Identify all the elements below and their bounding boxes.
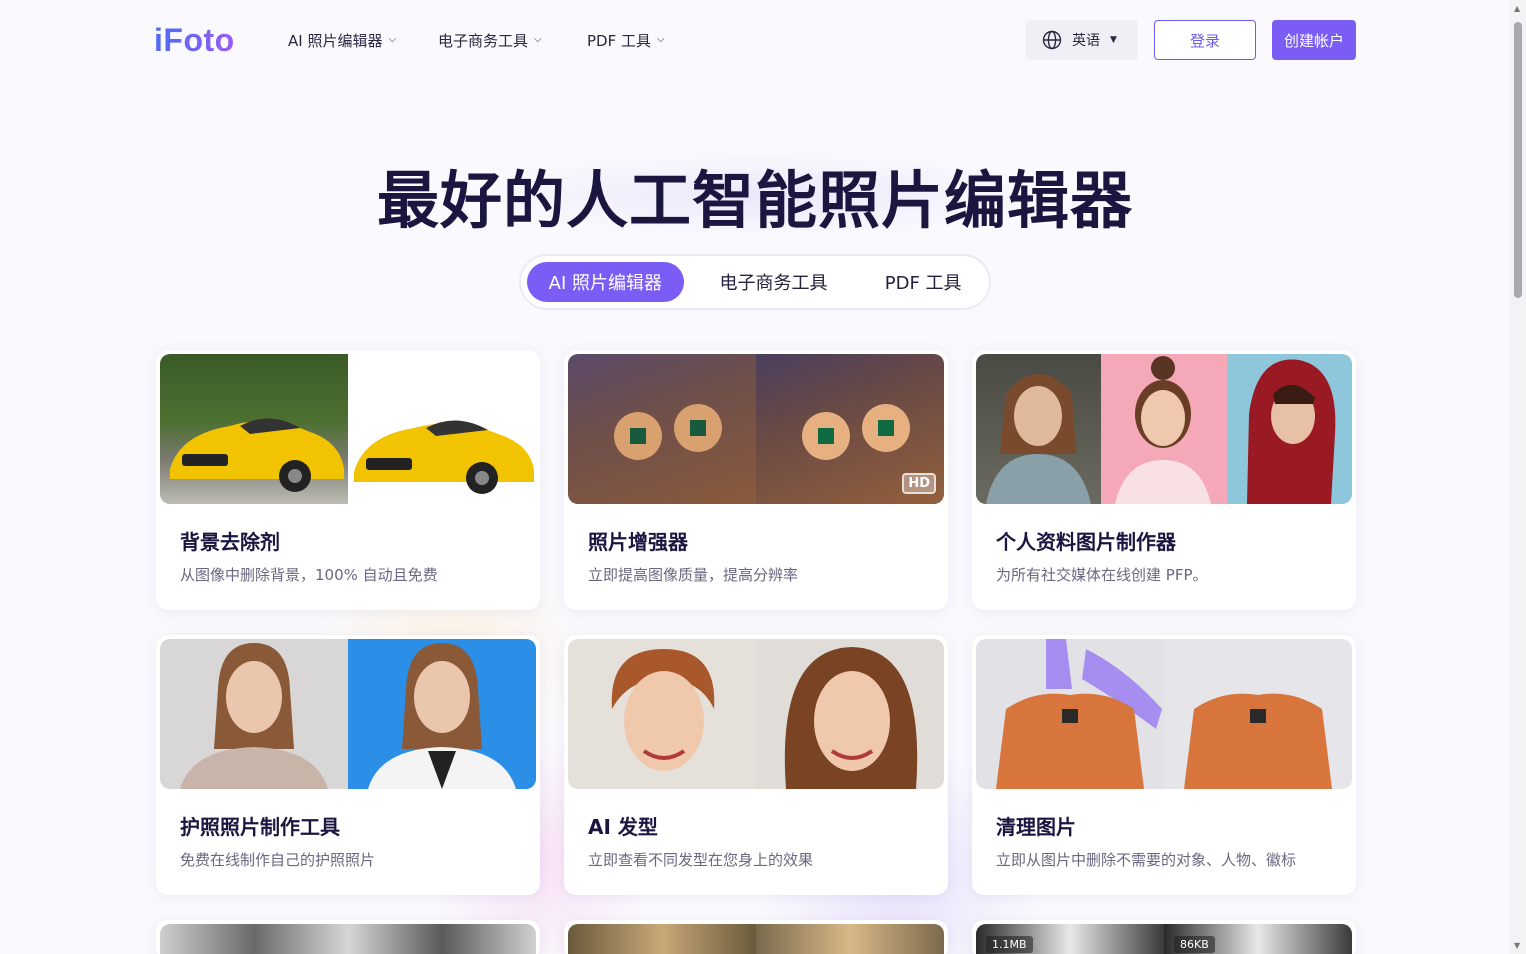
card-thumbnail [160, 354, 536, 504]
card-title: 个人资料图片制作器 [996, 530, 1176, 554]
scroll-up-arrow-icon[interactable]: ▲ [1514, 4, 1520, 13]
card-thumbnail [160, 639, 536, 789]
category-tabs: AI 照片编辑器 电子商务工具 PDF 工具 [519, 254, 991, 310]
tool-card-profile-picture-maker[interactable]: 个人资料图片制作器 为所有社交媒体在线创建 PFP。 [972, 350, 1356, 610]
card-description: 立即从图片中删除不需要的对象、人物、徽标 [996, 851, 1297, 869]
car-cutout-image-icon [354, 420, 534, 494]
card-thumbnail [568, 639, 944, 789]
card-thumbnail [160, 924, 536, 954]
card-title: 照片增强器 [588, 530, 688, 554]
nav-label: PDF 工具 [587, 32, 651, 50]
hd-badge: HD [902, 473, 936, 494]
portrait-pink-image-icon [1115, 356, 1212, 504]
file-size-badge: 1.1MB [986, 936, 1033, 953]
jacket-clean-image-icon [1184, 693, 1332, 789]
nav-pdf-tools[interactable]: PDF 工具 ⌵ [587, 30, 665, 51]
logo[interactable]: iFoto [154, 22, 235, 59]
passport-portrait-blue-image-icon [368, 643, 516, 789]
page-scrollbar[interactable]: ▲ ▼ [1510, 0, 1526, 954]
portrait-image-icon [986, 374, 1091, 504]
tool-card-photo-enhancer[interactable]: HD 照片增强器 立即提高图像质量，提高分辨率 [564, 350, 948, 610]
car-image-icon [170, 418, 344, 492]
chevron-down-icon: ⌵ [534, 34, 542, 45]
tool-card-background-remover[interactable]: 背景去除剂 从图像中删除背景，100% 自动且免费 [156, 350, 540, 610]
card-description: 从图像中删除背景，100% 自动且免费 [180, 566, 438, 584]
passport-portrait-image-icon [180, 643, 328, 789]
tool-card-partial-1[interactable] [156, 920, 540, 954]
short-hair-portrait-image-icon [611, 649, 715, 771]
tool-card-partial-2[interactable] [564, 920, 948, 954]
card-title: 背景去除剂 [180, 530, 280, 554]
tab-pdf-tools[interactable]: PDF 工具 [863, 262, 983, 302]
file-size-badge: 86KB [1174, 936, 1215, 953]
card-thumbnail [976, 639, 1352, 789]
tab-ai-photo-editor[interactable]: AI 照片编辑器 [527, 262, 684, 302]
long-hair-portrait-image-icon [784, 647, 918, 789]
chevron-down-icon: ⌵ [657, 34, 665, 45]
nav-ecommerce-tools[interactable]: 电子商务工具 ⌵ [438, 30, 542, 51]
tool-card-partial-3[interactable]: 1.1MB 86KB [972, 920, 1356, 954]
tool-card-cleanup-pictures[interactable]: 清理图片 立即从图片中删除不需要的对象、人物、徽标 [972, 635, 1356, 895]
card-title: 护照照片制作工具 [180, 815, 340, 839]
page-title: 最好的人工智能照片编辑器 [376, 164, 1133, 237]
nav-label: 电子商务工具 [438, 32, 529, 50]
tool-card-ai-hairstyle[interactable]: AI 发型 立即查看不同发型在您身上的效果 [564, 635, 948, 895]
card-thumbnail [976, 354, 1352, 504]
scrollbar-thumb[interactable] [1514, 22, 1522, 298]
nav-ai-photo-editor[interactable]: AI 照片编辑器 ⌵ [288, 30, 396, 51]
portrait-hood-image-icon [1246, 359, 1336, 504]
login-button[interactable]: 登录 [1154, 20, 1256, 60]
language-label: 英语 [1072, 33, 1100, 49]
card-description: 为所有社交媒体在线创建 PFP。 [996, 566, 1208, 584]
card-description: 立即查看不同发型在您身上的效果 [588, 851, 814, 869]
globe-icon [1042, 30, 1062, 50]
chevron-down-icon: ⌵ [388, 34, 397, 45]
card-title: AI 发型 [588, 815, 658, 839]
language-selector[interactable]: 英语 ▼ [1026, 20, 1138, 60]
nav-label: AI 照片编辑器 [288, 32, 383, 50]
earring-image-icon [614, 404, 722, 460]
card-thumbnail: HD [568, 354, 944, 504]
card-thumbnail [568, 924, 944, 954]
create-account-button[interactable]: 创建帐户 [1272, 20, 1356, 60]
caret-down-icon: ▼ [1110, 35, 1117, 45]
tab-ecommerce-tools[interactable]: 电子商务工具 [684, 262, 864, 302]
card-description: 立即提高图像质量，提高分辨率 [588, 566, 799, 584]
site-header: iFoto AI 照片编辑器 ⌵ 电子商务工具 ⌵ PDF 工具 ⌵ 英语 ▼ … [0, 0, 1510, 80]
scroll-down-arrow-icon[interactable]: ▼ [1514, 941, 1520, 950]
card-title: 清理图片 [996, 815, 1076, 839]
jacket-with-object-image-icon [996, 639, 1162, 789]
card-thumbnail: 1.1MB 86KB [976, 924, 1352, 954]
card-description: 免费在线制作自己的护照照片 [180, 851, 376, 869]
tool-card-passport-photo-maker[interactable]: 护照照片制作工具 免费在线制作自己的护照照片 [156, 635, 540, 895]
